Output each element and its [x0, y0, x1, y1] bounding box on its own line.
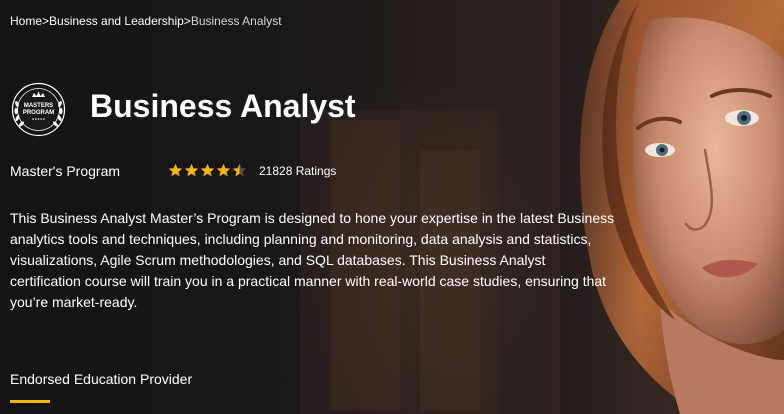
- hero-photo: [300, 0, 784, 414]
- rating: 21828 Ratings: [168, 163, 336, 178]
- hero-banner: Home>Business and Leadership>Business An…: [0, 0, 784, 414]
- breadcrumb-current: Business Analyst: [190, 14, 282, 28]
- star-full-icon: [216, 163, 231, 177]
- laurel-crown-badge-icon: MASTERS PROGRAM: [11, 82, 66, 137]
- star-full-icon: [184, 163, 199, 177]
- star-full-icon: [200, 163, 215, 177]
- breadcrumb-separator: >: [183, 14, 191, 28]
- breadcrumb-home-link[interactable]: Home: [10, 14, 42, 28]
- breadcrumb: Home>Business and Leadership>Business An…: [10, 14, 282, 28]
- rating-stars: [168, 163, 247, 178]
- endorsed-provider-label: Endorsed Education Provider: [10, 371, 193, 387]
- endorsed-underline: [10, 400, 50, 403]
- page-title: Business Analyst: [90, 88, 356, 124]
- program-description: This Business Analyst Master’s Program i…: [10, 210, 615, 310]
- badge-line2: PROGRAM: [23, 110, 54, 116]
- badge-line1: MASTERS: [24, 103, 53, 109]
- program-type-label: Master's Program: [10, 163, 121, 179]
- breadcrumb-separator: >: [42, 14, 50, 28]
- rating-count: 21828 Ratings: [259, 163, 337, 178]
- star-half-icon: [232, 163, 247, 177]
- star-full-icon: [168, 163, 183, 177]
- breadcrumb-category-link[interactable]: Business and Leadership: [49, 14, 184, 28]
